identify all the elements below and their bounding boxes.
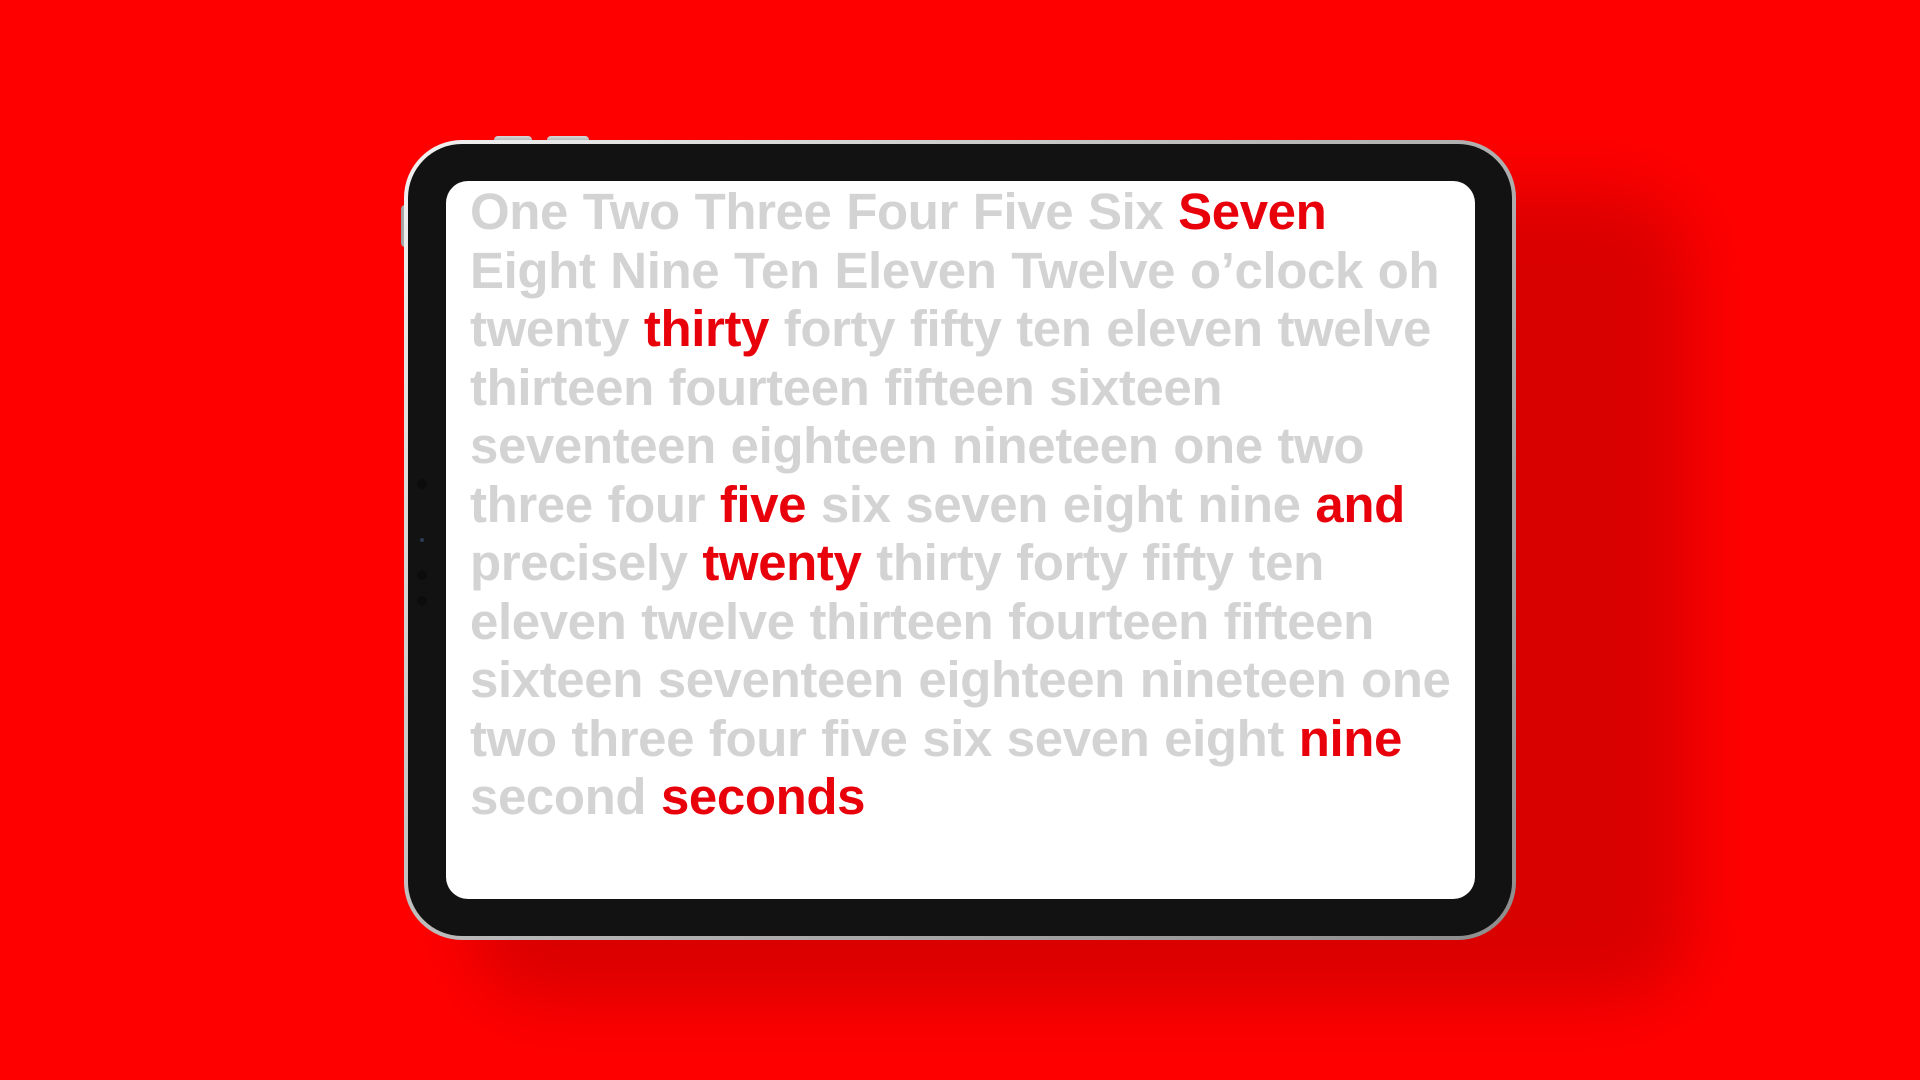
clock-word: forty [783,300,896,357]
clock-word: fourteen [1008,592,1209,650]
highlighted-word: nine [1298,709,1403,767]
clock-word: o’clock [1189,241,1363,299]
clock-word: seventeen [657,651,904,708]
clock-word: four [708,709,807,767]
clock-word: six [820,475,891,533]
sensor-dot [417,596,427,606]
tablet-bezel: One Two Three Four Five Six Seven Eight … [408,144,1512,936]
clock-word: Six [1087,183,1164,240]
clock-word: ten [1248,534,1325,591]
clock-word: second [470,768,647,825]
clock-word: twelve [641,592,795,650]
clock-word: Five [972,183,1074,240]
word-clock-text: One Two Three Four Five Six Seven Eight … [470,183,1455,827]
clock-word: two [1277,417,1365,474]
clock-word: eight [1062,475,1183,533]
clock-word: fifteen [884,358,1035,416]
clock-word: eighteen [730,417,938,474]
clock-word: five [821,709,908,767]
clock-word: Nine [610,241,720,299]
sensor-dot [417,479,427,489]
clock-word: twenty [470,300,630,357]
clock-word: six [922,709,992,767]
highlighted-word: and [1315,475,1405,533]
clock-word: three [571,709,695,767]
clock-word: fifty [909,300,1002,357]
clock-word: fifty [1142,534,1234,591]
clock-word: eighteen [918,651,1125,708]
clock-word: three [470,475,593,533]
clock-word: sixteen [1049,358,1223,416]
sensor-dot [417,570,427,580]
highlighted-word: Seven [1178,183,1327,240]
clock-word: thirteen [809,592,994,650]
highlighted-word: twenty [702,534,862,591]
highlighted-word: thirty [643,300,770,357]
clock-word: Eleven [834,241,997,299]
clock-word: eleven [470,592,627,650]
clock-word: four [607,475,706,533]
clock-word: thirty [876,534,1002,591]
tablet-device: One Two Three Four Five Six Seven Eight … [404,140,1516,940]
highlighted-word: seconds [660,768,866,825]
clock-word: eleven [1106,300,1263,357]
clock-word: nine [1197,475,1301,533]
clock-word: two [470,709,557,767]
clock-word: eight [1164,709,1284,767]
clock-word: forty [1016,534,1128,591]
front-camera-icon [420,538,424,542]
clock-word: precisely [470,534,688,591]
clock-word: one [1361,651,1451,708]
clock-word: seven [905,475,1048,533]
tablet-screen: One Two Three Four Five Six Seven Eight … [446,181,1475,899]
clock-word: nineteen [1139,651,1347,708]
wallpaper-background: One Two Three Four Five Six Seven Eight … [0,0,1920,1080]
clock-word: Two [582,183,680,240]
clock-word: Three [694,183,832,240]
clock-word: one [1173,417,1263,474]
clock-word: seven [1006,709,1150,767]
clock-word: thirteen [470,358,654,416]
clock-word: Twelve [1011,241,1176,299]
clock-word: One [470,183,568,240]
clock-word: twelve [1277,300,1431,357]
highlighted-word: five [719,475,807,533]
clock-word: fourteen [668,358,870,416]
clock-word: nineteen [951,417,1159,474]
clock-word: oh [1377,241,1440,299]
clock-word: ten [1016,300,1092,357]
clock-word: Four [846,183,958,240]
clock-word: Ten [733,241,820,299]
clock-word: fifteen [1223,592,1375,650]
clock-word: seventeen [470,417,716,474]
clock-word: sixteen [470,651,643,708]
clock-word: Eight [470,241,596,299]
